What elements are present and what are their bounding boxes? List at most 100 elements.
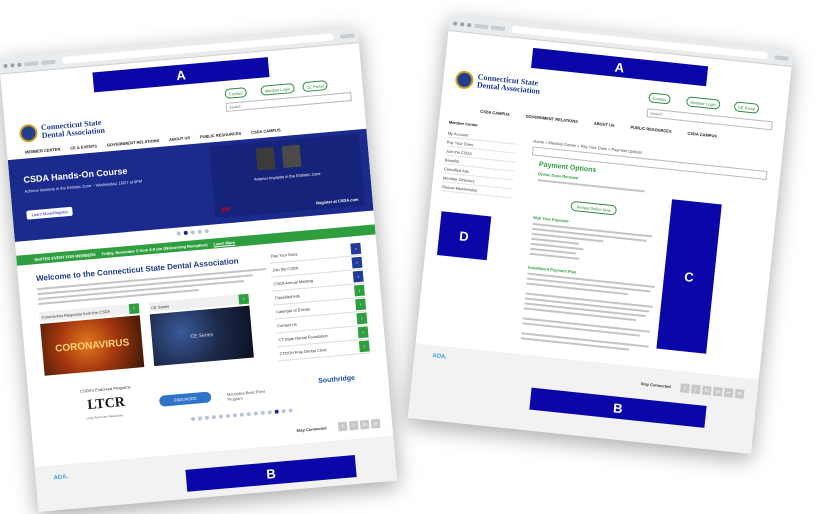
window-dot-icon[interactable] [453, 20, 458, 26]
nav-item[interactable]: CSDA CAMPUS [480, 109, 510, 117]
nav-item[interactable]: GOVERNMENT RELATIONS [525, 114, 578, 124]
partner-logo-southridge[interactable]: Southridge [318, 375, 355, 385]
social-icons: f t in ◎ [337, 418, 381, 432]
carousel-dot[interactable] [239, 412, 244, 417]
browser-tab[interactable] [774, 54, 789, 61]
twitter-icon[interactable]: t [690, 384, 701, 395]
partner-logo-mercedes[interactable]: Mercedes-Benz Fleet Program [227, 387, 282, 402]
carousel-dot[interactable] [204, 415, 210, 420]
carousel-dot[interactable] [218, 414, 224, 419]
seal-icon [454, 70, 475, 90]
mail-heading: Mail Your Payment [533, 214, 569, 224]
site-logo[interactable]: Connecticut State Dental Association [18, 118, 106, 144]
nav-government-relations[interactable]: GOVERNMENT RELATIONS [107, 138, 160, 148]
address-bar[interactable] [61, 33, 334, 65]
ada-logo[interactable]: ADA. [432, 353, 447, 361]
contact-button[interactable]: Contact [648, 92, 671, 105]
linkedin-icon[interactable]: in [359, 419, 370, 430]
payment-page-screenshot: A Connecticut State Dental Association C… [407, 15, 794, 454]
nav-item[interactable]: ABOUT US [594, 121, 615, 128]
chevron-right-icon[interactable]: › [238, 293, 250, 305]
nav-item[interactable]: PUBLIC RESOURCES [630, 125, 672, 134]
carousel-dot[interactable] [253, 411, 258, 416]
carousel-dots[interactable] [176, 228, 209, 236]
window-dot-icon[interactable] [17, 62, 22, 67]
browser-tab[interactable] [473, 23, 489, 29]
nav-about-us[interactable]: ABOUT US [169, 135, 190, 142]
nav-ce-events[interactable]: CE & EVENTS [70, 143, 97, 150]
partner-carousel-dots[interactable] [190, 408, 293, 422]
chevron-right-icon[interactable]: › [358, 340, 370, 353]
chevron-right-icon[interactable]: › [128, 303, 140, 315]
flickr-icon[interactable]: •• [723, 387, 734, 398]
carousel-dot[interactable] [267, 410, 272, 415]
browser-tab[interactable] [340, 33, 355, 39]
renew-online-button[interactable]: Renew Online Now [570, 200, 618, 216]
carousel-dot-active[interactable] [274, 409, 279, 414]
instagram-icon[interactable]: ◎ [370, 418, 381, 429]
carousel-dot[interactable] [190, 416, 196, 422]
member-sidebar: Member Center My Account Pay Your Dues J… [441, 120, 519, 199]
partner-logo-ltcr[interactable]: LTCR [87, 395, 126, 414]
nav-item[interactable]: CSDA CAMPUS [687, 131, 717, 139]
partner-logo-endorsed[interactable]: ENDORSED [158, 391, 212, 407]
browser-tab[interactable] [41, 59, 56, 65]
carousel-dot[interactable] [176, 231, 181, 236]
site-title: Connecticut State Dental Association [41, 118, 106, 140]
carousel-dot[interactable] [190, 230, 195, 235]
carousel-dot[interactable] [281, 408, 286, 414]
event-bar-link[interactable]: Learn More [213, 239, 235, 246]
coronavirus-image[interactable]: CORONAVIRUS [40, 315, 145, 376]
chevron-right-icon[interactable]: › [356, 312, 368, 325]
carousel-dot[interactable] [197, 416, 203, 421]
nav-csda-campus[interactable]: CSDA CAMPUS [251, 127, 281, 135]
carousel-dot[interactable] [260, 410, 265, 416]
nav-member-center[interactable]: MEMBER CENTER [25, 147, 61, 155]
ada-logo[interactable]: ADA. [53, 474, 68, 481]
ce-portal-button[interactable]: CE Portal [302, 80, 328, 93]
carousel-dot[interactable] [225, 413, 231, 419]
carousel-dot[interactable] [211, 415, 217, 420]
facebook-icon[interactable]: f [679, 383, 690, 394]
linkedin-icon[interactable]: in [701, 385, 712, 396]
hero-promo-panel[interactable]: Anterior Implants in the Esthetic Zone 3… [209, 133, 366, 219]
site-logo[interactable]: Connecticut State Dental Association [454, 70, 542, 97]
window-dot-icon[interactable] [460, 21, 465, 27]
window-dot-icon[interactable] [10, 62, 15, 68]
nav-public-resources[interactable]: PUBLIC RESOURCES [200, 131, 242, 140]
hero-register-button[interactable]: Learn More/Register [26, 206, 74, 220]
chevron-right-icon[interactable]: › [353, 284, 365, 297]
window-dot-icon[interactable] [467, 22, 472, 27]
browser-tab[interactable] [490, 24, 506, 31]
browser-tab[interactable] [24, 60, 39, 66]
email-icon[interactable]: ✉ [734, 388, 745, 399]
chevron-right-icon[interactable]: › [350, 242, 362, 255]
facebook-icon[interactable]: f [337, 421, 348, 432]
member-login-button[interactable]: Member Login [260, 82, 295, 96]
carousel-dot[interactable] [197, 229, 202, 234]
carousel-dot[interactable] [246, 411, 251, 417]
chevron-right-icon[interactable]: › [357, 326, 369, 339]
ce-series-image[interactable]: CE Series [149, 305, 254, 367]
quick-links-list: Pay Your Dues › Join the CSDA › CSDA Annua… [268, 241, 370, 362]
carousel-dot[interactable] [288, 408, 293, 413]
hero-panel-register[interactable]: Register at CSDA.com [316, 197, 359, 206]
carousel-dot[interactable] [204, 228, 209, 234]
stay-connected-label: Stay Connected [296, 425, 327, 434]
partner-ltcr-subtitle: Long Term Care Resources [86, 413, 124, 421]
carousel-dot[interactable] [232, 413, 238, 418]
carousel-dot-active[interactable] [183, 230, 188, 236]
member-login-button[interactable]: Member Login [685, 96, 721, 110]
twitter-icon[interactable]: t [348, 420, 359, 431]
chevron-right-icon[interactable]: › [355, 298, 367, 311]
instagram-icon[interactable]: ◎ [712, 386, 723, 397]
contact-button[interactable]: Contact [224, 87, 247, 99]
collage-stage: A Contact Member Login CE Portal Search … [0, 0, 817, 514]
window-dot-icon[interactable] [3, 63, 8, 68]
chevron-right-icon[interactable]: › [352, 270, 364, 283]
chevron-right-icon[interactable]: › [351, 256, 363, 269]
quick-link-label: Join the CSDA [272, 265, 299, 273]
ce-portal-button[interactable]: CE Portal [733, 101, 760, 114]
quick-link-label: CT State Dental Foundation [278, 332, 328, 343]
sponsor-logo: 3M [220, 207, 230, 214]
